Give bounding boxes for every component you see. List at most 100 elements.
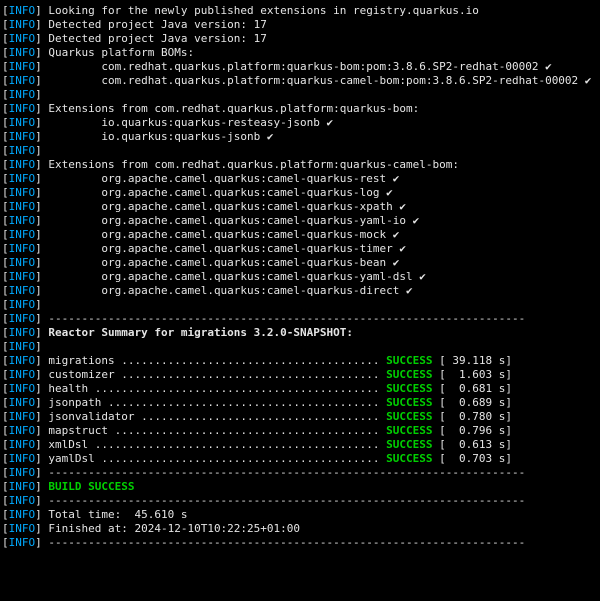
log-level: INFO: [9, 144, 36, 157]
bom-entry: com.redhat.quarkus.platform:quarkus-bom:…: [48, 60, 538, 74]
module-time: [ 0.780 s]: [433, 410, 512, 424]
separator-line: ----------------------------------------…: [48, 494, 525, 508]
log-line: [INFO] org.apache.camel.quarkus:camel-qu…: [2, 284, 598, 298]
check-icon: ✔: [386, 172, 399, 186]
dots-fill: ........................................…: [95, 438, 386, 452]
module-name: migrations: [48, 354, 121, 368]
check-icon: ✔: [406, 214, 419, 228]
log-level: INFO: [9, 284, 36, 297]
log-level: INFO: [9, 186, 36, 199]
reactor-row: [INFO] mapstruct .......................…: [2, 424, 598, 438]
log-level: INFO: [9, 270, 36, 283]
module-time: [ 39.118 s]: [433, 354, 512, 368]
status-success: SUCCESS: [386, 354, 432, 368]
check-icon: ✔: [413, 270, 426, 284]
log-level: INFO: [9, 74, 36, 87]
log-line: [INFO] ---------------------------------…: [2, 536, 598, 550]
log-line: [INFO] Finished at: 2024-12-10T10:22:25+…: [2, 522, 598, 536]
status-success: SUCCESS: [386, 452, 432, 466]
log-level: INFO: [9, 438, 36, 451]
total-time: Total time: 45.610 s: [48, 508, 187, 522]
module-name: mapstruct: [48, 424, 114, 438]
log-level: INFO: [9, 410, 36, 423]
log-level: INFO: [9, 480, 36, 493]
log-level: INFO: [9, 536, 36, 549]
log-line: [INFO]: [2, 88, 598, 102]
check-icon: ✔: [386, 228, 399, 242]
log-level: INFO: [9, 326, 36, 339]
log-level: INFO: [9, 214, 36, 227]
log-level: INFO: [9, 130, 36, 143]
log-level: INFO: [9, 368, 36, 381]
log-level: INFO: [9, 508, 36, 521]
log-level: INFO: [9, 298, 36, 311]
status-success: SUCCESS: [386, 396, 432, 410]
extension-entry: org.apache.camel.quarkus:camel-quarkus-d…: [48, 284, 399, 298]
separator-line: ----------------------------------------…: [48, 312, 525, 326]
log-level: INFO: [9, 228, 36, 241]
log-level: INFO: [9, 60, 36, 73]
log-text: Looking for the newly published extensio…: [48, 4, 478, 18]
separator-line: ----------------------------------------…: [48, 466, 525, 480]
extensions-header: Extensions from com.redhat.quarkus.platf…: [48, 102, 419, 116]
log-line: [INFO] com.redhat.quarkus.platform:quark…: [2, 60, 598, 74]
extension-entry: org.apache.camel.quarkus:camel-quarkus-b…: [48, 256, 386, 270]
log-line: [INFO] org.apache.camel.quarkus:camel-qu…: [2, 242, 598, 256]
extension-entry: org.apache.camel.quarkus:camel-quarkus-y…: [48, 214, 406, 228]
log-level: INFO: [9, 312, 36, 325]
module-name: health: [48, 382, 94, 396]
module-time: [ 0.703 s]: [433, 452, 512, 466]
log-line: [INFO] org.apache.camel.quarkus:camel-qu…: [2, 256, 598, 270]
log-text: Detected project Java version: 17: [48, 32, 267, 46]
check-icon: ✔: [399, 284, 412, 298]
log-line: [INFO] org.apache.camel.quarkus:camel-qu…: [2, 200, 598, 214]
module-time: [ 0.689 s]: [433, 396, 512, 410]
log-level: INFO: [9, 522, 36, 535]
reactor-row: [INFO] migrations ......................…: [2, 354, 598, 368]
log-level: INFO: [9, 242, 36, 255]
check-icon: ✔: [380, 186, 393, 200]
dots-fill: ....................................: [141, 410, 386, 424]
reactor-row: [INFO] jsonpath ........................…: [2, 396, 598, 410]
check-icon: ✔: [578, 74, 591, 88]
log-line: [INFO] io.quarkus:quarkus-resteasy-jsonb…: [2, 116, 598, 130]
log-line: [INFO] org.apache.camel.quarkus:camel-qu…: [2, 270, 598, 284]
dots-fill: ........................................…: [95, 382, 386, 396]
dots-fill: ........................................: [115, 424, 387, 438]
extension-entry: org.apache.camel.quarkus:camel-quarkus-l…: [48, 186, 379, 200]
log-level: INFO: [9, 158, 36, 171]
status-success: SUCCESS: [386, 382, 432, 396]
module-name: yamlDsl: [48, 452, 101, 466]
reactor-row: [INFO] customizer ......................…: [2, 368, 598, 382]
module-time: [ 1.603 s]: [433, 368, 512, 382]
log-line: [INFO] Detected project Java version: 17: [2, 32, 598, 46]
dots-fill: ........................................…: [101, 452, 386, 466]
extension-entry: org.apache.camel.quarkus:camel-quarkus-m…: [48, 228, 386, 242]
log-level: INFO: [9, 200, 36, 213]
separator-line: ----------------------------------------…: [48, 536, 525, 550]
log-line: [INFO]: [2, 340, 598, 354]
log-line: [INFO] Extensions from com.redhat.quarku…: [2, 102, 598, 116]
module-time: [ 0.681 s]: [433, 382, 512, 396]
check-icon: ✔: [538, 60, 551, 74]
log-line: [INFO] BUILD SUCCESS: [2, 480, 598, 494]
bom-entry: com.redhat.quarkus.platform:quarkus-came…: [48, 74, 578, 88]
reactor-row: [INFO] jsonvalidator ...................…: [2, 410, 598, 424]
terminal-output: [INFO] Looking for the newly published e…: [0, 0, 600, 554]
status-success: SUCCESS: [386, 424, 432, 438]
log-text: Quarkus platform BOMs:: [48, 46, 194, 60]
log-line: [INFO] ---------------------------------…: [2, 466, 598, 480]
check-icon: ✔: [320, 116, 333, 130]
log-line: [INFO] Extensions from com.redhat.quarku…: [2, 158, 598, 172]
log-level: INFO: [9, 396, 36, 409]
log-line: [INFO] Quarkus platform BOMs:: [2, 46, 598, 60]
log-level: INFO: [9, 340, 36, 353]
check-icon: ✔: [386, 256, 399, 270]
finished-at: Finished at: 2024-12-10T10:22:25+01:00: [48, 522, 300, 536]
log-level: INFO: [9, 116, 36, 129]
extension-entry: org.apache.camel.quarkus:camel-quarkus-y…: [48, 270, 412, 284]
log-line: [INFO] Total time: 45.610 s: [2, 508, 598, 522]
status-success: SUCCESS: [386, 438, 432, 452]
log-line: [INFO] Looking for the newly published e…: [2, 4, 598, 18]
module-name: xmlDsl: [48, 438, 94, 452]
